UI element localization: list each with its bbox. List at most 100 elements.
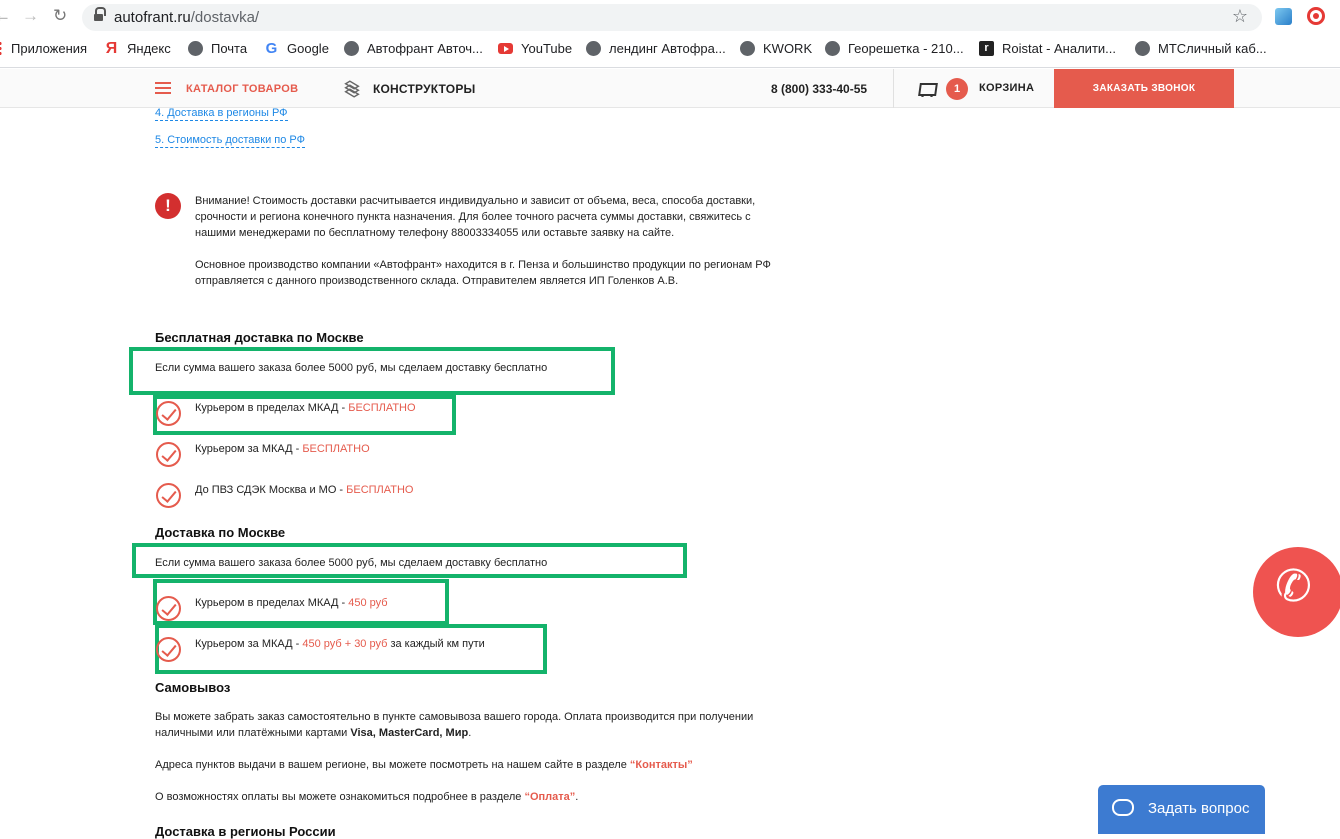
bookmark-georeshetka[interactable]: Георешетка - 210... [825,41,964,56]
item-tail: за каждый км пути [387,638,485,650]
yandex-icon: Я [105,40,118,57]
bookmarks-bar: Приложения Я Яндекс Почта G Google Автофра… [0,35,1340,68]
globe-icon [740,41,755,56]
contacts-text: Адреса пунктов выдачи в вашем регионе, в… [155,759,630,771]
payment-text: . [575,791,579,803]
cart-link[interactable]: КОРЗИНА [979,82,1034,94]
check-icon [156,483,181,508]
globe-icon [188,41,203,56]
item-text: Курьером в пределах МКАД - [195,402,349,414]
bookmark-label: МТСличный каб... [1158,41,1267,56]
warning-line: Основное производство компании «Автофран… [195,259,771,271]
bookmark-star-icon[interactable]: ☆ [1232,6,1248,27]
bookmark-label: Roistat - Аналити... [1002,41,1116,56]
youtube-icon [498,43,513,54]
extension-icon[interactable] [1275,8,1292,25]
address-bar[interactable]: autofrant.ru/dostavka/ ☆ [82,4,1262,31]
warning-icon: ! [155,193,181,219]
check-icon [156,637,181,662]
reload-icon[interactable]: ↻ [53,6,67,26]
moscow-heading: Доставка по Москве [155,525,286,540]
bookmark-google[interactable]: G Google [264,41,329,56]
url-domain: autofrant.ru [114,9,191,26]
ask-question-label: Задать вопрос [1148,800,1250,817]
toc-link-cost[interactable]: 5. Стоимость доставки по РФ [155,133,305,148]
contacts-link[interactable]: “Контакты” [630,759,693,771]
bookmark-kwork[interactable]: KWORK [740,41,812,56]
item-price: 450 руб [348,597,388,609]
warning-line: нашими менеджерами по бесплатному телефо… [195,227,675,239]
order-callback-button[interactable]: ЗАКАЗАТЬ ЗВОНОК [1054,69,1234,108]
bookmark-mail[interactable]: Почта [188,41,247,56]
globe-icon [1135,41,1150,56]
item-price: 450 руб + 30 руб [302,638,388,650]
moscow-note: Если сумма вашего заказа более 5000 руб,… [155,557,548,569]
warning-line: Внимание! Стоимость доставки расчитывает… [195,195,756,207]
address-url: autofrant.ru/dostavka/ [114,9,259,26]
pickup-line: Вы можете забрать заказ самостоятельно в… [155,711,754,723]
list-item: Курьером в пределах МКАД - БЕСПЛАТНО [195,402,416,414]
apps-icon [0,41,3,56]
bookmark-label: Георешетка - 210... [848,41,964,56]
back-icon[interactable]: ← [0,6,11,26]
layers-icon [343,79,362,98]
header-divider [893,69,894,108]
bookmark-mts[interactable]: МТСличный каб... [1135,41,1267,56]
regions-heading: Доставка в регионы России [155,824,336,839]
warning-line: отправляется с данного производственного… [195,275,679,287]
call-phone-button[interactable] [1253,547,1340,637]
pickup-text: . [468,727,472,739]
payment-cards: Visa, MasterCard, Мир [350,727,469,739]
target-extension-icon[interactable] [1307,7,1325,25]
chat-bubble-icon [1112,799,1134,816]
bookmark-label: Google [287,41,329,56]
constructors-link[interactable]: КОНСТРУКТОРЫ [373,82,475,96]
bookmark-label: лендинг Автофра... [609,41,726,56]
item-price: БЕСПЛАТНО [348,402,416,414]
bookmark-label: Яндекс [127,41,171,56]
cart-count-badge: 1 [946,78,968,100]
list-item: Курьером за МКАД - 450 руб + 30 руб за к… [195,638,485,650]
list-item: Курьером за МКАД - БЕСПЛАТНО [195,443,370,455]
bookmark-label: YouTube [521,41,573,56]
free-moscow-note: Если сумма вашего заказа более 5000 руб,… [155,362,548,374]
browser-toolbar: ← → ↻ autofrant.ru/dostavka/ ☆ [0,0,1340,35]
forward-icon[interactable]: → [22,6,39,26]
catalog-link[interactable]: КАТАЛОГ ТОВАРОВ [186,83,298,95]
google-icon: G [265,40,278,57]
toc-link-regions[interactable]: 4. Доставка в регионы РФ [155,106,288,121]
check-icon [156,596,181,621]
free-moscow-heading: Бесплатная доставка по Москве [155,330,364,345]
ask-question-button[interactable]: Задать вопрос [1098,785,1265,834]
payment-text: О возможностях оплаты вы можете ознакоми… [155,791,525,803]
bookmark-autofrant[interactable]: Автофрант Авточ... [344,41,483,56]
bookmark-label: Автофрант Авточ... [367,41,483,56]
page-content: 4. Доставка в регионы РФ 5. Стоимость до… [0,106,1340,839]
site-header: КАТАЛОГ ТОВАРОВ КОНСТРУКТОРЫ 8 (800) 333… [0,69,1340,108]
payment-link[interactable]: “Оплата” [524,791,575,803]
bookmark-label: Почта [211,41,248,56]
bookmark-label: KWORK [763,41,813,56]
check-icon [156,442,181,467]
check-icon [156,401,181,426]
bookmark-youtube[interactable]: YouTube [498,41,572,56]
item-price: БЕСПЛАТНО [346,484,414,496]
highlight-box [153,395,456,435]
cart-icon[interactable] [916,80,936,98]
list-item: До ПВЗ СДЭК Москва и МО - БЕСПЛАТНО [195,484,413,496]
bookmark-apps[interactable]: Приложения [0,41,87,56]
menu-icon[interactable] [155,82,171,94]
pickup-heading: Самовывоз [155,680,231,695]
pickup-paragraph: Вы можете забрать заказ самостоятельно в… [155,709,753,741]
contacts-paragraph: Адреса пунктов выдачи в вашем регионе, в… [155,757,693,773]
globe-icon [344,41,359,56]
bookmark-yandex[interactable]: Я Яндекс [104,40,171,57]
list-item: Курьером в пределах МКАД - 450 руб [195,597,388,609]
bookmark-landing[interactable]: лендинг Автофра... [586,41,726,56]
item-text: Курьером за МКАД - [195,638,303,650]
item-text: Курьером за МКАД - [195,443,303,455]
globe-icon [825,41,840,56]
bookmark-label: Приложения [11,41,88,56]
phone-number[interactable]: 8 (800) 333-40-55 [771,82,867,96]
bookmark-roistat[interactable]: r Roistat - Аналити... [979,41,1116,56]
